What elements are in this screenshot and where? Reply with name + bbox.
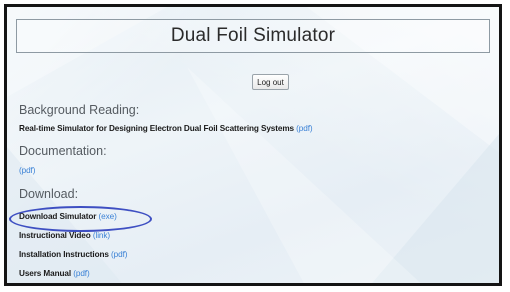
background-reading-heading: Background Reading:	[19, 103, 140, 117]
documentation-heading: Documentation:	[19, 144, 107, 158]
installation-instructions-pdf-link[interactable]: (pdf)	[111, 250, 127, 259]
instructional-video-link[interactable]: (link)	[93, 231, 110, 240]
download-simulator-item: Download Simulator (exe)	[19, 212, 117, 221]
browser-viewport: Dual Foil Simulator Log out Background R…	[4, 4, 502, 286]
logout-button[interactable]: Log out	[252, 74, 289, 90]
background-paper-pdf-link[interactable]: (pdf)	[296, 124, 312, 133]
users-manual-pdf-link[interactable]: (pdf)	[73, 269, 89, 278]
page-title-box: Dual Foil Simulator	[16, 19, 490, 53]
background-paper-item: Real-time Simulator for Designing Electr…	[19, 124, 313, 133]
download-simulator-exe-link[interactable]: (exe)	[99, 212, 117, 221]
users-manual-label: Users Manual	[19, 269, 72, 278]
users-manual-item: Users Manual (pdf)	[19, 269, 90, 278]
installation-instructions-item: Installation Instructions (pdf)	[19, 250, 127, 259]
installation-instructions-label: Installation Instructions	[19, 250, 109, 259]
download-heading: Download:	[19, 187, 79, 201]
download-simulator-label: Download Simulator	[19, 212, 97, 221]
instructional-video-label: Instructional Video	[19, 231, 91, 240]
background-paper-title: Real-time Simulator for Designing Electr…	[19, 124, 294, 133]
documentation-item: (pdf)	[19, 166, 35, 175]
documentation-pdf-link[interactable]: (pdf)	[19, 166, 35, 175]
instructional-video-item: Instructional Video (link)	[19, 231, 110, 240]
page-title: Dual Foil Simulator	[170, 25, 336, 46]
